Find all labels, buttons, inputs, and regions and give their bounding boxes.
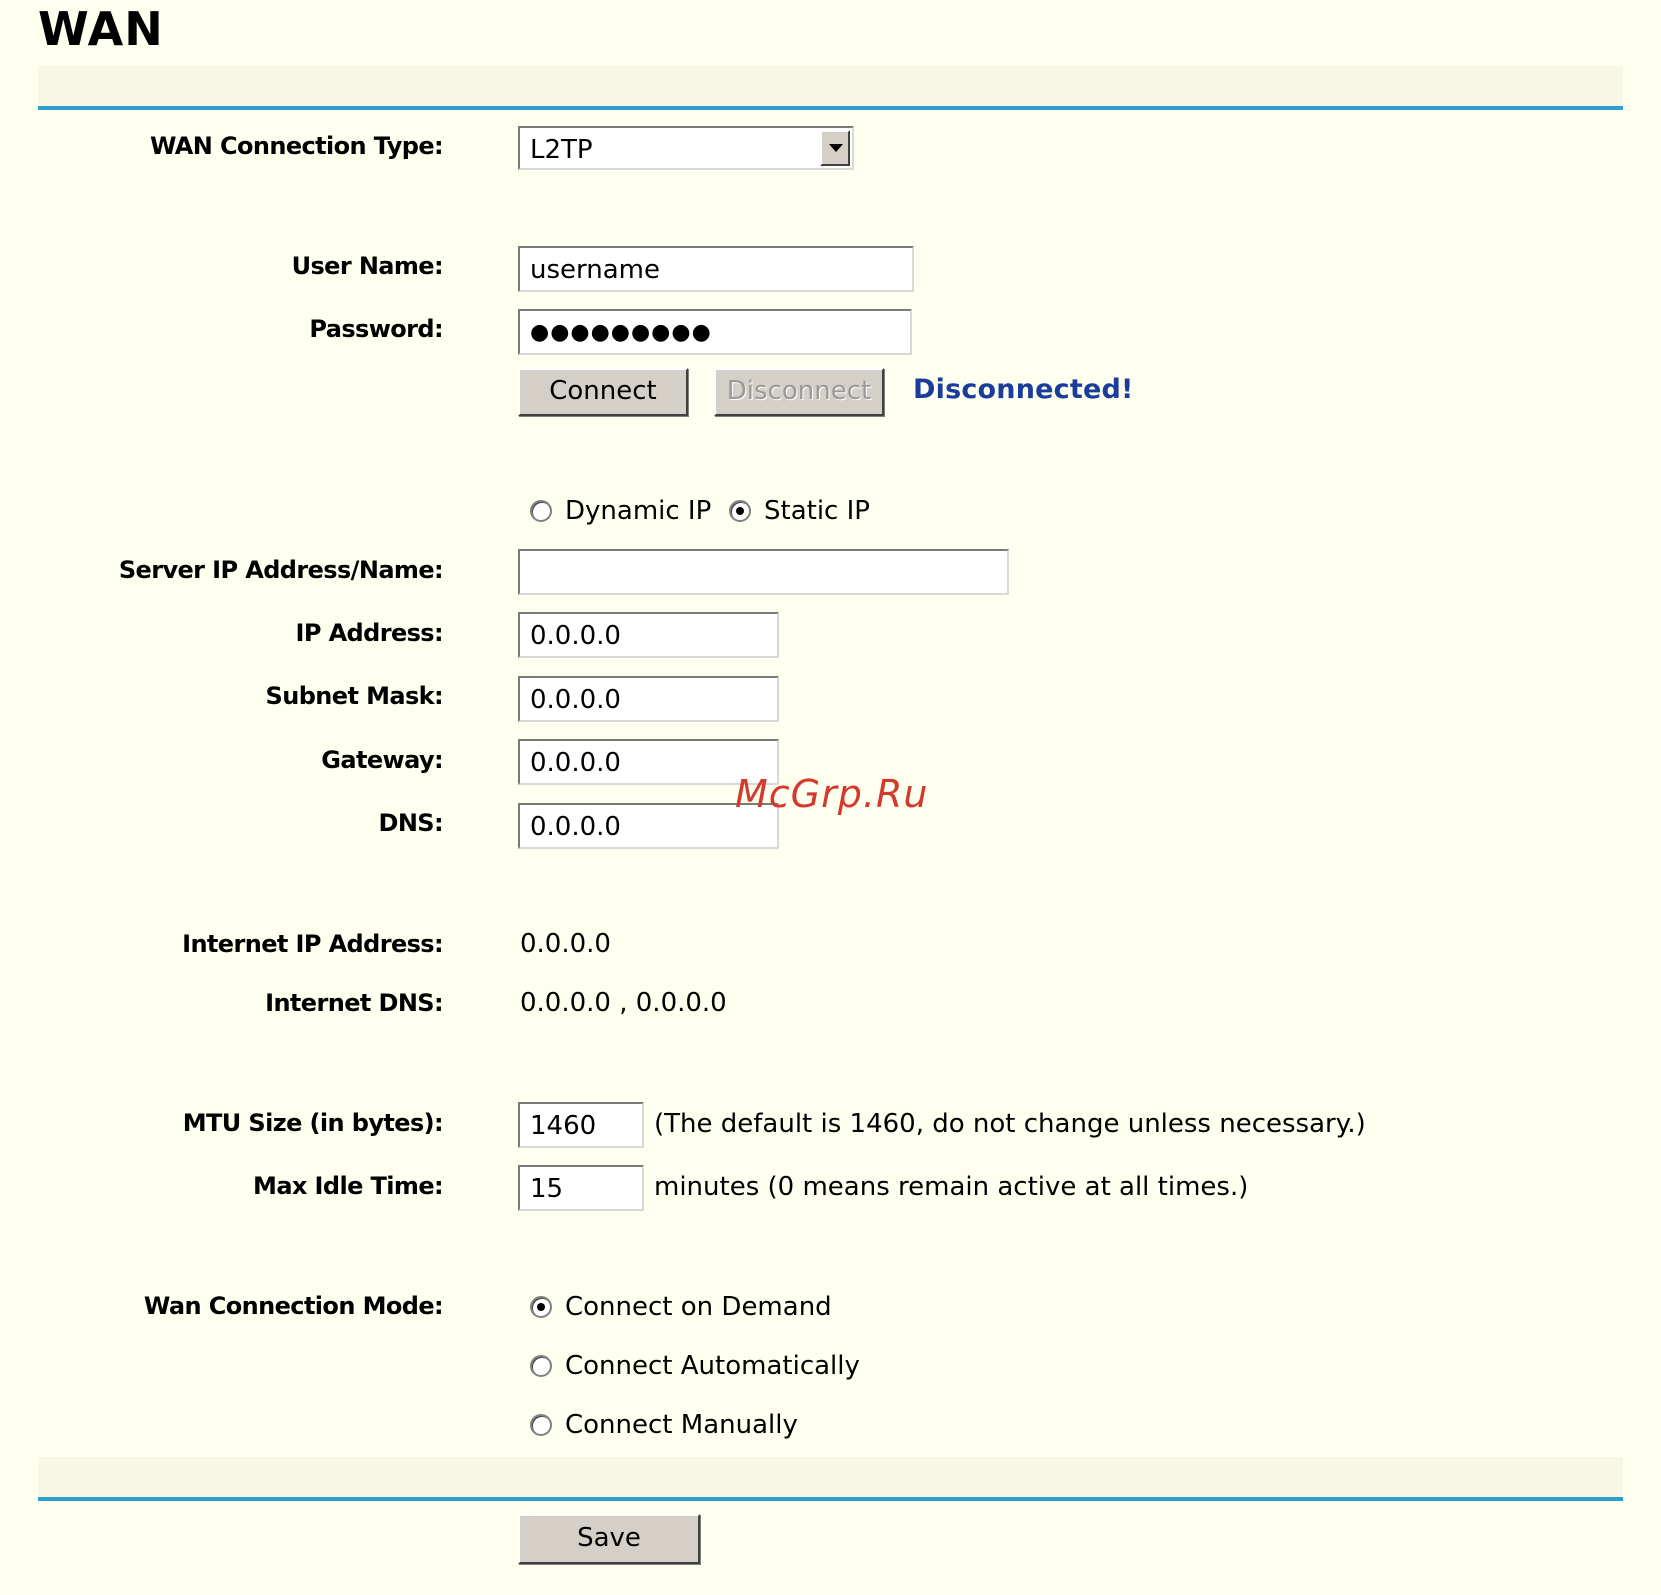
subnet-mask-label: Subnet Mask:: [265, 682, 444, 710]
user-name-input[interactable]: username: [518, 246, 914, 292]
dynamic-ip-radio[interactable]: [530, 500, 552, 522]
wan-connection-type-value: L2TP: [530, 135, 593, 165]
connect-manually-label: Connect Manually: [565, 1410, 798, 1440]
max-idle-label: Max Idle Time:: [253, 1172, 444, 1200]
connection-status-text: Disconnected!: [913, 374, 1134, 405]
static-ip-radio[interactable]: [729, 500, 751, 522]
subnet-mask-value: 0.0.0.0: [530, 685, 621, 715]
dns-label: DNS:: [378, 809, 444, 837]
connect-button[interactable]: Connect: [518, 368, 688, 416]
wan-connection-type-label: WAN Connection Type:: [149, 132, 444, 160]
internet-ip-label: Internet IP Address:: [182, 930, 443, 958]
footer-band: [38, 1457, 1623, 1497]
header-band: [38, 66, 1623, 106]
user-name-label: User Name:: [291, 252, 444, 280]
mtu-input[interactable]: 1460: [518, 1102, 644, 1148]
page-title: WAN: [38, 2, 164, 56]
connect-automatically-label: Connect Automatically: [565, 1351, 860, 1381]
disconnect-button[interactable]: Disconnect: [714, 368, 884, 416]
mtu-value: 1460: [530, 1111, 597, 1141]
user-name-value: username: [530, 255, 660, 285]
mtu-hint: (The default is 1460, do not change unle…: [654, 1109, 1366, 1139]
password-label: Password:: [309, 315, 443, 343]
max-idle-input[interactable]: 15: [518, 1165, 644, 1211]
max-idle-value: 15: [530, 1174, 564, 1204]
top-divider: [38, 106, 1623, 110]
dns-value: 0.0.0.0: [530, 812, 621, 842]
ip-address-value: 0.0.0.0: [530, 621, 621, 651]
connect-on-demand-radio[interactable]: [530, 1296, 552, 1318]
gateway-label: Gateway:: [321, 746, 443, 774]
internet-dns-label: Internet DNS:: [265, 989, 443, 1017]
server-ip-label: Server IP Address/Name:: [118, 556, 444, 584]
internet-ip-value: 0.0.0.0: [520, 929, 611, 959]
gateway-value: 0.0.0.0: [530, 748, 621, 778]
internet-dns-value: 0.0.0.0 , 0.0.0.0: [520, 988, 727, 1018]
save-button[interactable]: Save: [518, 1514, 700, 1564]
ip-address-input[interactable]: 0.0.0.0: [518, 612, 779, 658]
chevron-down-icon[interactable]: [820, 130, 850, 166]
max-idle-hint: minutes (0 means remain active at all ti…: [654, 1172, 1249, 1202]
password-masked-value: ●●●●●●●●●: [530, 320, 712, 345]
mtu-label: MTU Size (in bytes):: [182, 1109, 444, 1137]
connect-automatically-radio[interactable]: [530, 1355, 552, 1377]
wan-settings-page: WAN WAN Connection Type: L2TP User Name:…: [0, 0, 1661, 1595]
ip-address-label: IP Address:: [295, 619, 444, 647]
connect-on-demand-label: Connect on Demand: [565, 1292, 832, 1322]
static-ip-label: Static IP: [764, 496, 870, 526]
watermark-text: McGrp.Ru: [735, 772, 929, 816]
subnet-mask-input[interactable]: 0.0.0.0: [518, 676, 779, 722]
bottom-divider: [38, 1497, 1623, 1501]
connect-manually-radio[interactable]: [530, 1414, 552, 1436]
dynamic-ip-label: Dynamic IP: [565, 496, 712, 526]
server-ip-input[interactable]: [518, 549, 1009, 595]
wan-connection-type-select[interactable]: L2TP: [518, 126, 854, 170]
password-input[interactable]: ●●●●●●●●●: [518, 309, 912, 355]
connection-mode-label: Wan Connection Mode:: [143, 1292, 444, 1320]
